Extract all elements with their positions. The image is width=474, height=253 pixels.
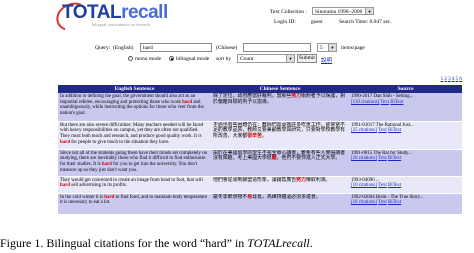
citations-link[interactable]: [10 citations] — [351, 183, 377, 188]
english-sentence-header: English Sentence — [58, 85, 211, 93]
table-row: In the cold winter it is hard to find fo… — [58, 193, 462, 215]
bilingual-mode-label: bilingual mode — [176, 56, 210, 62]
pagination: 123456 — [440, 76, 463, 82]
table-row: Since not all of the students going ther… — [58, 149, 462, 177]
source-cell: 1992-02004 Birds - The True Story... [18 … — [349, 193, 462, 215]
query-highlight: hard — [104, 194, 115, 200]
page-link[interactable]: 6 — [459, 76, 462, 82]
translation-highlight: 努力 — [291, 94, 302, 99]
bilingual-mode-radio[interactable] — [169, 56, 174, 61]
chevron-down-icon: ▼ — [286, 55, 294, 62]
table-row: In addition to defining the goal, the go… — [58, 93, 462, 122]
chinese-label: (Chinese) — [216, 45, 238, 51]
citations-link[interactable]: [110 citations] — [351, 100, 379, 105]
text-link[interactable]: Text — [380, 100, 389, 105]
login-value: guest — [311, 19, 323, 25]
source-header: Source — [349, 85, 462, 93]
chinese-query-input[interactable] — [243, 43, 311, 52]
english-label: (English) — [113, 45, 134, 51]
english-sentence-cell: Since not all of the students going ther… — [58, 149, 211, 177]
chinese-sentence-header: Chinese Sentence — [211, 85, 349, 93]
citations-link[interactable]: [28 citations] — [351, 156, 377, 161]
app-logo: TOTALrecall — [62, 2, 168, 23]
help-link[interactable]: 說明 — [321, 56, 332, 64]
page-link[interactable]: 2 — [444, 76, 447, 82]
sort-select[interactable]: Count ▼ — [237, 54, 295, 63]
source-cell: 1990-2017 Dan Shih - Setting... [110 cita… — [349, 93, 462, 122]
sort-label: sort by — [216, 56, 232, 62]
chinese-sentence-cell: 他們會從頭到腳塑造形象，讓銷售廣告努力賺取利潤。 — [211, 176, 349, 194]
items-per-page-label: items/page — [341, 45, 365, 51]
table-row: They would get concerned to create an im… — [58, 176, 462, 194]
page-link[interactable]: 5 — [456, 76, 459, 82]
english-sentence-cell: But there are also severe difficulties: … — [58, 121, 211, 150]
source-cell: 1991-01017 The Rational Just... [25 citat… — [349, 121, 462, 150]
english-query-input[interactable]: hard — [140, 43, 212, 52]
bitext-link[interactable]: BiText — [388, 128, 401, 133]
table-header-row: English Sentence Chinese Sentence Source — [58, 85, 462, 93]
results-table: English Sentence Chinese Sentence Source… — [58, 85, 462, 215]
submit-button[interactable]: Submit — [297, 54, 317, 63]
text-link[interactable]: Text — [378, 200, 387, 205]
bitext-link[interactable]: BiText — [388, 156, 401, 161]
chinese-sentence-cell: 由於在美國留學的學生不完全專心讀書，難免有些人覺得讀書沒有興趣，考上美國大學很難… — [211, 149, 349, 177]
bitext-link[interactable]: BiText — [388, 200, 401, 205]
page-link[interactable]: 4 — [452, 76, 455, 82]
page-link[interactable]: 3 — [448, 76, 451, 82]
english-sentence-cell: In the cold winter it is hard to find fo… — [58, 193, 211, 215]
page-link[interactable]: 1 — [441, 76, 444, 82]
translation-highlight: 很辛苦 — [247, 133, 262, 139]
query-highlight: hard — [60, 183, 71, 189]
query-highlight: hard — [182, 99, 193, 105]
logo-tagline: bilingual concordancer for research — [92, 23, 150, 27]
collection-select[interactable]: Sinorama 1990~2000 ▼ — [312, 7, 374, 15]
query-highlight: hard — [60, 139, 71, 145]
english-sentence-cell: They would get concerned to create an im… — [58, 176, 211, 194]
source-cell: 1991-0015 The Rat for Study... [28 citati… — [349, 149, 462, 177]
bitext-link[interactable]: BiText — [390, 100, 403, 105]
search-time: Search Time: 0.047 sec. — [339, 19, 392, 25]
chinese-sentence-cell: 嚴冬季節食物不易尋覓，為維持體溫必須多進食。 — [211, 193, 349, 215]
bitext-link[interactable]: BiText — [388, 183, 401, 188]
text-link[interactable]: Text — [378, 128, 387, 133]
text-link[interactable]: Text — [378, 156, 387, 161]
login-label: Login ID: — [274, 19, 296, 25]
translation-highlight: 努力 — [296, 177, 306, 183]
chevron-down-icon: ▼ — [365, 8, 373, 14]
table-row: But there are also severe difficulties: … — [58, 121, 462, 150]
screenshot-frame: TOTALrecall bilingual concordancer for r… — [0, 0, 474, 236]
figure-caption: Figure 1. Bilingual citations for the wo… — [0, 236, 313, 250]
collection-label: Text Collection : — [270, 9, 307, 15]
english-sentence-cell: In addition to defining the goal, the go… — [58, 93, 211, 122]
query-label: Query: — [95, 45, 111, 51]
items-per-page-select[interactable]: 5 ▼ — [317, 43, 337, 52]
text-link[interactable]: Text — [378, 183, 387, 188]
chinese-sentence-cell: 不過也有些困難仍在：教師們需承擔許多吃重工作，卻常常不足的教學品質，教師又要兼顧… — [211, 121, 349, 150]
query-highlight: hard — [101, 161, 112, 167]
chevron-down-icon: ▼ — [328, 44, 336, 51]
mono-mode-label: mono mode — [135, 56, 162, 62]
citations-link[interactable]: [18 citations] — [351, 200, 377, 205]
chinese-sentence-cell: 除了定位，政府應當好裁判，當那些努力衝刺者予以保護，對於偏離目標的則予以指導。 — [211, 93, 349, 122]
mono-mode-radio[interactable] — [128, 56, 133, 61]
source-cell: 1993-04096 ... [10 citations] Text BiText — [349, 176, 462, 194]
citations-link[interactable]: [25 citations] — [351, 128, 377, 133]
